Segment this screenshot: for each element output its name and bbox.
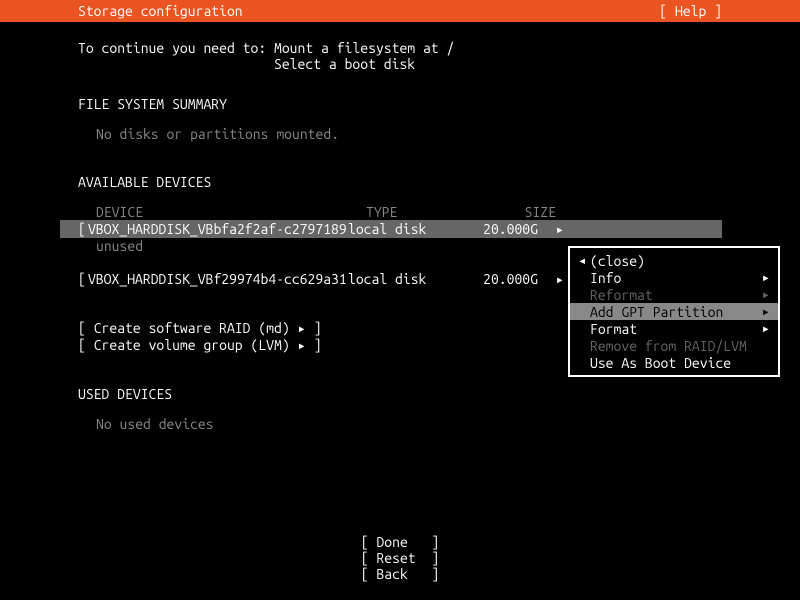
menu-format[interactable]: Format ▸ [570, 320, 778, 337]
menu-close[interactable]: ◂ (close) [570, 252, 778, 269]
menu-info[interactable]: Info ▸ [570, 269, 778, 286]
menu-reformat: Reformat ▸ [570, 286, 778, 303]
device-name: VBOX_HARDDISK_VBbfa2f2af-c2797189 [88, 221, 347, 237]
instruction-line-1: To continue you need to: Mount a filesys… [78, 40, 722, 56]
done-button[interactable]: [ Done ] [0, 534, 800, 550]
chevron-right-icon: ▸ [758, 269, 770, 286]
chevron-right-icon: ▸ [758, 303, 770, 320]
used-devices-heading: USED DEVICES [78, 386, 722, 402]
back-button[interactable]: [ Back ] [0, 566, 800, 582]
instruction-line-2: Select a boot disk [78, 56, 722, 72]
chevron-right-icon: ▸ [538, 221, 568, 238]
chevron-right-icon: ▸ [758, 320, 770, 337]
device-size: 20.000G [458, 271, 538, 287]
device-table-header: DEVICE TYPE SIZE [96, 204, 722, 220]
col-type-header: TYPE [366, 204, 476, 220]
page-title: Storage configuration [78, 3, 243, 19]
col-device-header: DEVICE [96, 204, 366, 220]
reset-button[interactable]: [ Reset ] [0, 550, 800, 566]
available-devices-heading: AVAILABLE DEVICES [78, 174, 722, 190]
device-type: local disk [348, 271, 458, 287]
used-devices-empty: No used devices [96, 416, 722, 432]
device-context-menu: ◂ (close) Info ▸ Reformat ▸ Add GPT Part… [568, 246, 780, 377]
fs-summary-heading: FILE SYSTEM SUMMARY [78, 96, 722, 112]
menu-remove-raid-lvm: Remove from RAID/LVM [570, 337, 778, 354]
device-row[interactable]: [VBOX_HARDDISK_VBbfa2f2af-c2797189 local… [60, 220, 722, 238]
footer-buttons: [ Done ] [ Reset ] [ Back ] [0, 534, 800, 582]
chevron-right-icon: ▸ [758, 286, 770, 303]
title-bar: Storage configuration [ Help ] [0, 0, 800, 22]
menu-add-gpt-partition[interactable]: Add GPT Partition ▸ [570, 303, 778, 320]
help-button[interactable]: [ Help ] [659, 3, 722, 19]
menu-use-as-boot-device[interactable]: Use As Boot Device [570, 354, 778, 371]
col-size-header: SIZE [476, 204, 556, 220]
chevron-right-icon: ▸ [538, 271, 568, 288]
fs-summary-empty: No disks or partitions mounted. [96, 126, 722, 142]
device-type: local disk [348, 221, 458, 237]
chevron-left-icon: ◂ [578, 252, 590, 269]
device-name: VBOX_HARDDISK_VBf29974b4-cc629a31 [88, 271, 347, 287]
device-size: 20.000G [458, 221, 538, 237]
